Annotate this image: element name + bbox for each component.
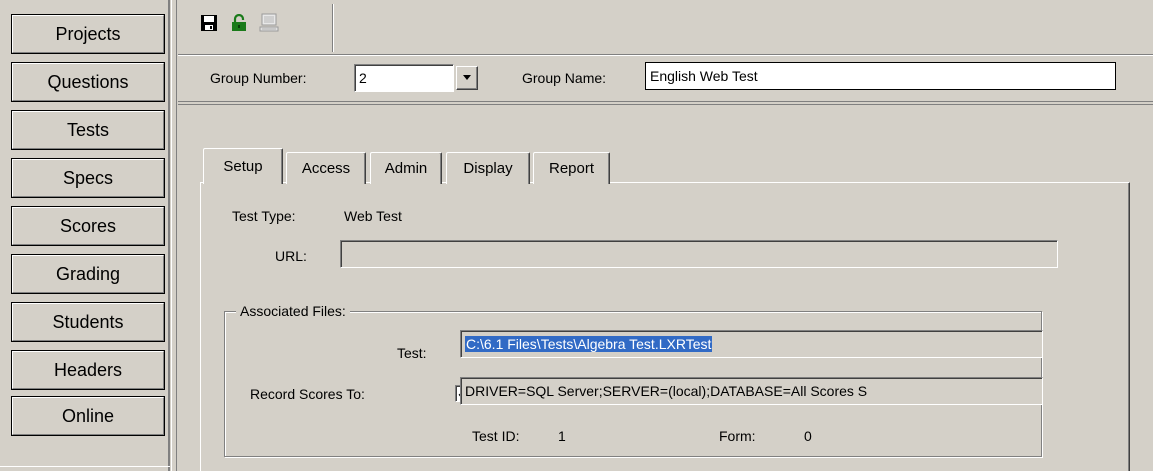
group-name-value: English Web Test	[650, 68, 758, 84]
url-input[interactable]	[340, 240, 1058, 268]
nav-button-label: Questions	[47, 71, 129, 92]
group-number-label: Group Number:	[210, 70, 307, 86]
toolbar-group	[188, 4, 333, 52]
nav-button-label: Scores	[59, 215, 117, 236]
nav-button-tests[interactable]: Tests	[11, 110, 165, 150]
group-number-value: 2	[359, 70, 367, 86]
nav-button-label: Headers	[53, 359, 123, 380]
nav-divider	[0, 466, 170, 467]
tab-label: Setup	[223, 158, 263, 175]
test-file-input[interactable]: C:\6.1 Files\Tests\Algebra Test.LXRTest	[460, 330, 1043, 358]
nav-button-projects[interactable]: Projects	[11, 14, 165, 54]
test-id-value: 1	[558, 428, 566, 444]
test-file-label: Test:	[397, 345, 427, 361]
tab-label: Admin	[384, 160, 428, 177]
test-file-value: C:\6.1 Files\Tests\Algebra Test.LXRTest	[465, 336, 713, 352]
tab-display[interactable]: Display	[446, 152, 530, 184]
record-scores-input[interactable]: DRIVER=SQL Server;SERVER=(local);DATABAS…	[460, 377, 1043, 405]
url-label: URL:	[275, 248, 307, 264]
group-number-select[interactable]: 2	[354, 64, 454, 92]
tab-setup[interactable]: Setup	[203, 148, 283, 184]
nav-panel: Projects Questions Tests Specs Scores Gr…	[0, 0, 170, 471]
save-icon	[201, 15, 217, 31]
computer-icon	[259, 13, 279, 32]
tab-access[interactable]: Access	[286, 152, 366, 184]
associated-files-title: Associated Files:	[236, 303, 350, 319]
nav-button-scores[interactable]: Scores	[11, 206, 165, 246]
nav-button-questions[interactable]: Questions	[11, 62, 165, 102]
tab-report[interactable]: Report	[533, 152, 610, 184]
test-id-label: Test ID:	[472, 428, 520, 444]
toolbar	[178, 0, 1153, 54]
form-value: 0	[804, 428, 812, 444]
nav-button-online[interactable]: Online	[11, 396, 165, 436]
nav-button-grading[interactable]: Grading	[11, 254, 165, 294]
group-name-input[interactable]: English Web Test	[645, 62, 1116, 90]
nav-button-label: Specs	[62, 167, 114, 188]
nav-button-headers[interactable]: Headers	[11, 350, 165, 390]
nav-button-label: Students	[52, 311, 124, 332]
record-scores-label: Record Scores To:	[250, 386, 365, 402]
tab-label: Access	[301, 160, 351, 177]
nav-button-label: Tests	[66, 119, 109, 140]
unlock-button[interactable]	[228, 12, 250, 34]
chevron-down-icon	[463, 75, 471, 80]
nav-button-label: Projects	[55, 23, 121, 44]
tab-label: Display	[463, 160, 513, 177]
save-button[interactable]	[198, 12, 220, 34]
nav-button-label: Grading	[55, 263, 121, 284]
nav-button-students[interactable]: Students	[11, 302, 165, 342]
nav-button-label: Online	[61, 405, 115, 426]
test-type-label: Test Type:	[232, 208, 296, 224]
tab-label: Report	[548, 160, 595, 177]
nav-button-specs[interactable]: Specs	[11, 158, 165, 198]
group-number-dropdown-button[interactable]	[456, 66, 478, 90]
computer-button[interactable]	[258, 12, 280, 34]
unlock-icon	[232, 14, 246, 31]
group-name-label: Group Name:	[522, 70, 607, 86]
tab-admin[interactable]: Admin	[370, 152, 442, 184]
test-type-value: Web Test	[344, 208, 402, 224]
splitter[interactable]	[171, 0, 177, 471]
record-scores-value: DRIVER=SQL Server;SERVER=(local);DATABAS…	[465, 383, 868, 399]
form-label: Form:	[719, 428, 756, 444]
